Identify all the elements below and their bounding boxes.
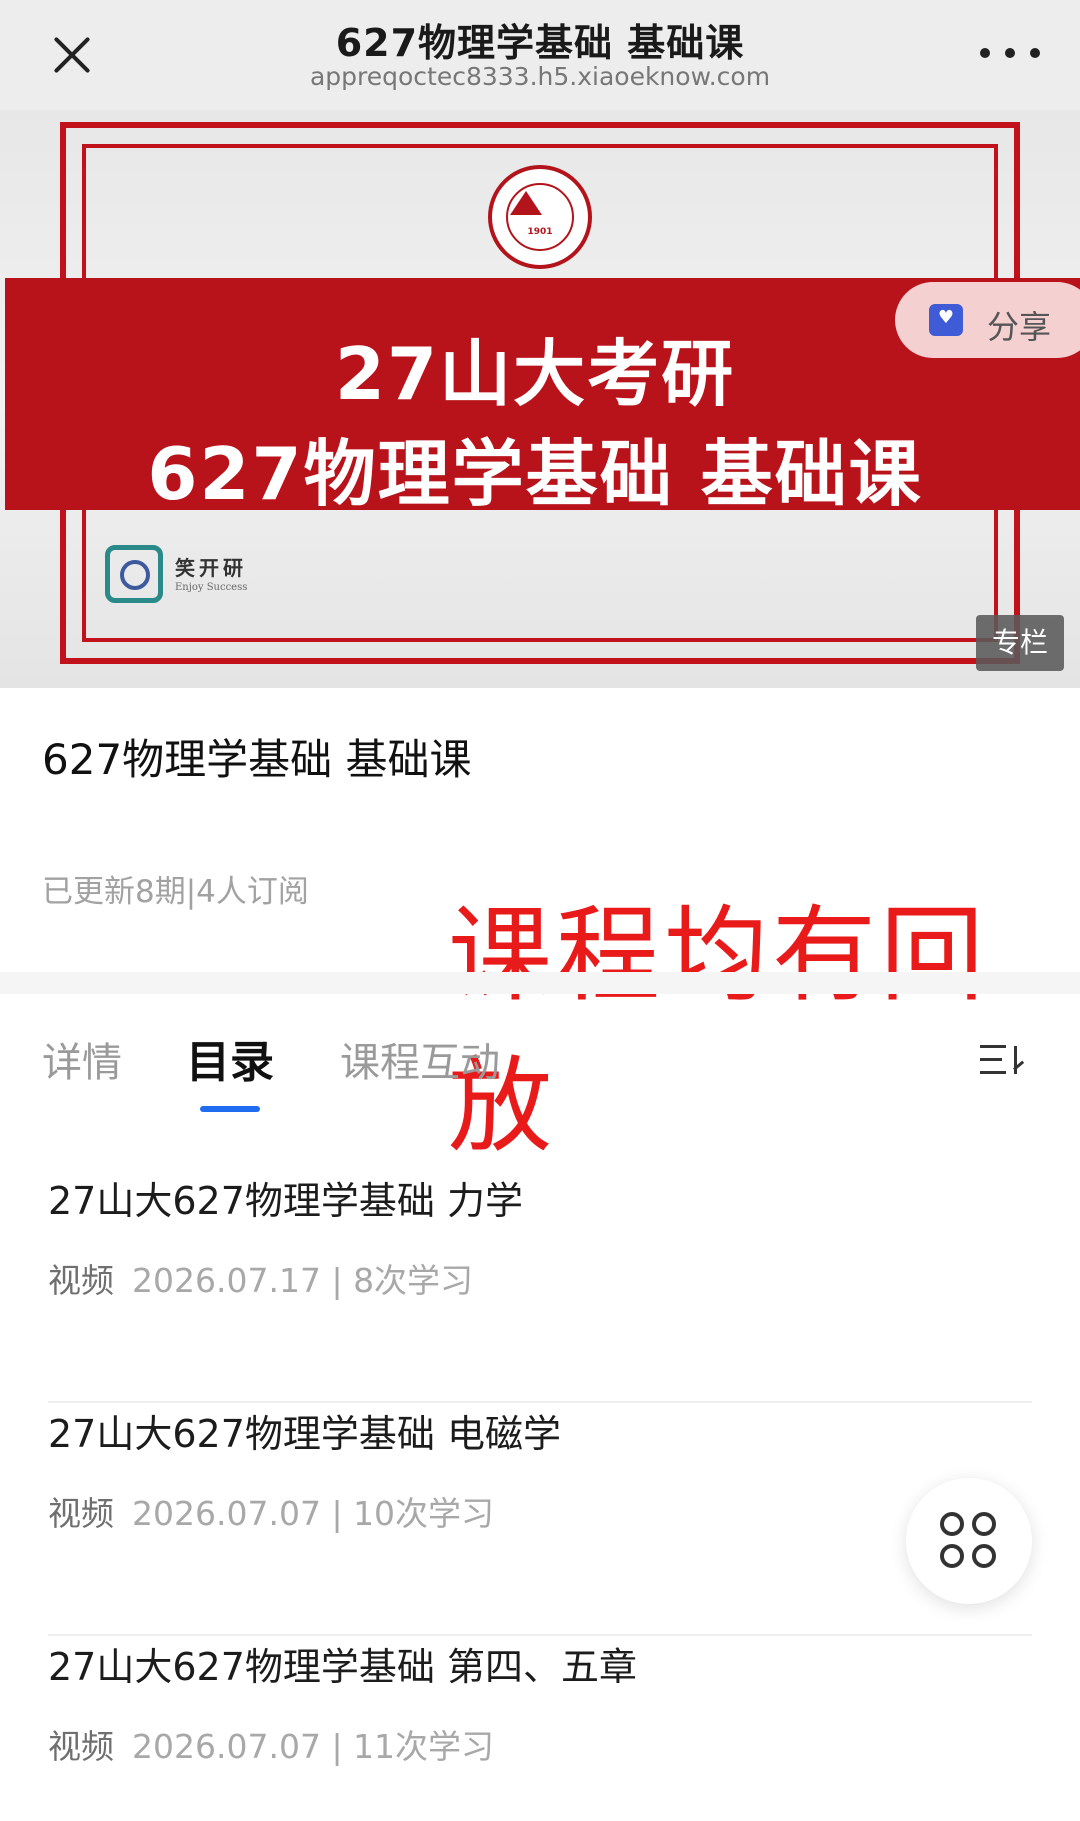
meta-separator: | [320, 1494, 354, 1533]
university-seal-logo: 1901 [488, 165, 592, 269]
course-meta: 已更新8期|4人订阅 [42, 874, 309, 910]
lesson-count: 11次学习 [353, 1727, 495, 1766]
section-divider [0, 972, 1080, 994]
tab-detail[interactable]: 详情 [42, 1030, 122, 1088]
seal-year: 1901 [527, 227, 553, 237]
lesson-title: 27山大627物理学基础 力学 [48, 1179, 523, 1223]
menu-grid-icon[interactable] [906, 1478, 1032, 1604]
share-button[interactable]: 分享 [895, 282, 1080, 358]
org-logo-icon [105, 545, 163, 603]
course-banner: 1901 27山大考研 627物理学基础 基础课 笑开研 Enjoy Succe… [0, 110, 1080, 688]
lesson-item[interactable]: 27山大627物理学基础 第四、五章 视频 2026.07.07 | 11次学习 [48, 1636, 1032, 1821]
lesson-item[interactable]: 27山大627物理学基础 电磁学 视频 2026.07.07 | 10次学习 [48, 1403, 1032, 1636]
lesson-date: 2026.07.17 [132, 1261, 321, 1300]
lesson-date: 2026.07.07 [132, 1494, 321, 1533]
course-title: 627物理学基础 基础课 [42, 735, 472, 784]
more-icon[interactable] [980, 38, 1040, 68]
lesson-date: 2026.07.07 [132, 1727, 321, 1766]
meta-separator: | [320, 1727, 354, 1766]
lesson-meta: 视频 2026.07.07 | 11次学习 [48, 1720, 494, 1768]
lesson-count: 8次学习 [353, 1261, 474, 1300]
lesson-title: 27山大627物理学基础 电磁学 [48, 1412, 561, 1456]
replay-note: 课程均有回放 [448, 894, 989, 1167]
page-title: 627物理学基础 基础课 [335, 21, 745, 65]
lesson-type: 视频 [48, 1494, 114, 1533]
sort-icon[interactable] [980, 1040, 1032, 1080]
close-icon[interactable] [42, 25, 102, 85]
lesson-meta: 视频 2026.07.17 | 8次学习 [48, 1254, 473, 1302]
column-badge: 专栏 [976, 615, 1064, 671]
lesson-type: 视频 [48, 1727, 114, 1766]
meta-separator: | [320, 1261, 354, 1300]
org-name: 笑开研 [175, 556, 247, 580]
tab-catalog[interactable]: 目录 [186, 1026, 274, 1090]
org-slogan: Enjoy Success [175, 582, 248, 593]
lesson-count: 10次学习 [353, 1494, 495, 1533]
tab-interaction[interactable]: 课程互动 [340, 1030, 500, 1088]
banner-subheadline: 627物理学基础 基础课 [147, 432, 923, 516]
active-tab-indicator [200, 1106, 260, 1112]
page-url: appreqoctec8333.h5.xiaoeknow.com [309, 62, 771, 91]
lesson-meta: 视频 2026.07.07 | 10次学习 [48, 1487, 494, 1535]
lesson-type: 视频 [48, 1261, 114, 1300]
share-icon [929, 304, 963, 336]
lesson-title: 27山大627物理学基础 第四、五章 [48, 1645, 637, 1689]
lesson-item[interactable]: 27山大627物理学基础 力学 视频 2026.07.17 | 8次学习 [48, 1170, 1032, 1403]
share-label: 分享 [987, 308, 1052, 346]
top-nav-bar: 627物理学基础 基础课 appreqoctec8333.h5.xiaoekno… [0, 0, 1080, 110]
